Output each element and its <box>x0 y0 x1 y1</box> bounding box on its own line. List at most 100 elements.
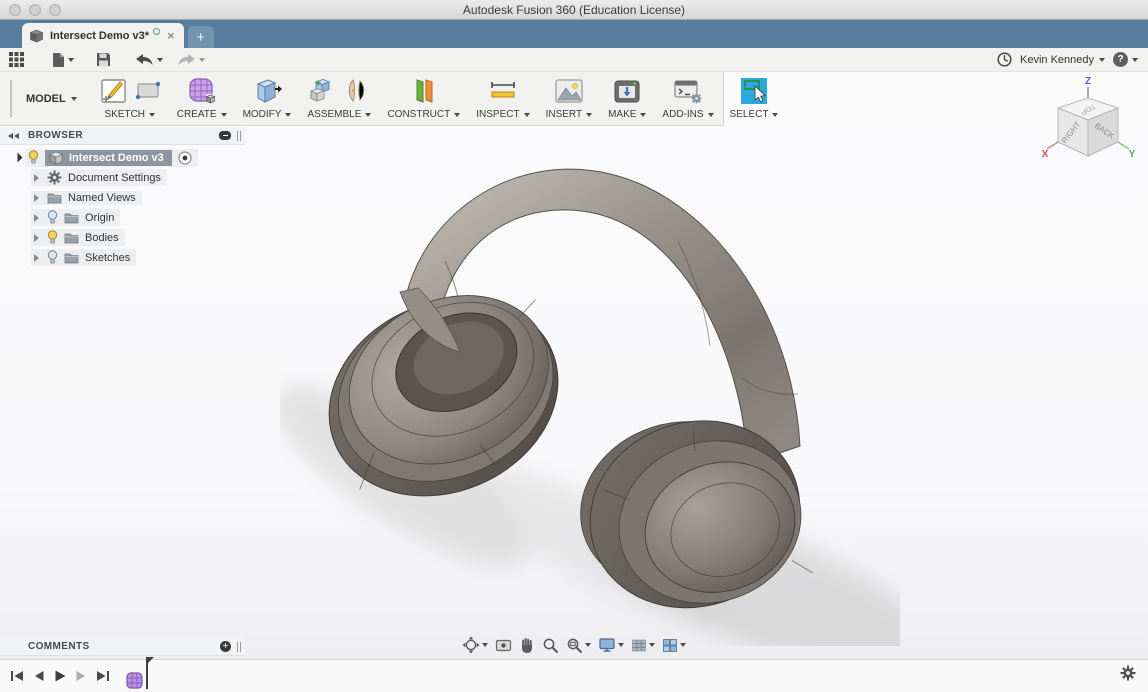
timeline-position-marker[interactable] <box>141 663 155 689</box>
grid-layout-tool[interactable] <box>631 638 655 653</box>
scripts-addins-icon[interactable] <box>672 77 704 105</box>
ribbon-toolbar: MODEL <box>0 72 724 126</box>
step-forward-button[interactable] <box>75 670 87 682</box>
tree-row-document-settings[interactable]: Document Settings <box>0 168 260 187</box>
viewcube[interactable]: Z TOP RIGHT BACK X Y <box>1038 74 1138 179</box>
help-icon: ? <box>1113 52 1128 67</box>
job-status-clock-icon[interactable] <box>997 52 1012 67</box>
visibility-bulb-on-icon[interactable] <box>47 230 58 245</box>
step-back-button[interactable] <box>33 670 45 682</box>
addins-menu[interactable]: ADD-INS <box>662 109 713 122</box>
visibility-bulb-off-icon[interactable] <box>47 250 58 265</box>
press-pull-icon[interactable] <box>251 76 283 106</box>
comments-header[interactable]: COMMENTS + <box>0 638 245 656</box>
timeline-feature-form[interactable] <box>126 663 155 689</box>
file-menu-caret-icon[interactable] <box>68 58 74 62</box>
browser-header[interactable]: BROWSER <box>0 127 245 145</box>
collapsed-arrow-icon[interactable] <box>34 194 39 202</box>
select-tool-icon[interactable] <box>740 77 768 105</box>
browser-resize-grip[interactable] <box>237 131 241 141</box>
create-form-icon[interactable] <box>186 76 218 106</box>
root-component[interactable]: Intersect Demo v3 <box>45 150 172 166</box>
construct-menu[interactable]: CONSTRUCT <box>387 109 460 122</box>
comments-resize-grip[interactable] <box>237 642 241 652</box>
construct-plane-icon[interactable] <box>409 76 439 106</box>
pan-tool[interactable] <box>519 637 535 654</box>
make-menu[interactable]: MAKE <box>608 109 646 122</box>
collapsed-arrow-icon[interactable] <box>34 254 39 262</box>
visibility-bulb-off-icon[interactable] <box>47 210 58 225</box>
measure-icon[interactable] <box>487 77 519 105</box>
activate-component-radio-icon[interactable] <box>178 151 192 165</box>
zoom-window-caret-icon[interactable] <box>585 643 591 647</box>
new-component-icon[interactable] <box>307 76 337 106</box>
account-menu[interactable]: Kevin Kennedy <box>1020 54 1105 66</box>
display-settings-tool[interactable] <box>598 637 624 653</box>
display-settings-caret-icon[interactable] <box>618 643 624 647</box>
file-menu-icon[interactable] <box>51 52 65 68</box>
browser-display-toggle-icon[interactable] <box>219 131 231 140</box>
viewports-tool[interactable] <box>662 638 686 653</box>
assemble-caret-icon <box>365 113 371 117</box>
workspace-caret-icon <box>71 97 77 101</box>
look-at-tool[interactable] <box>495 638 512 653</box>
orbit-tool[interactable] <box>462 636 488 654</box>
select-menu[interactable]: SELECT <box>730 109 779 122</box>
insert-image-icon[interactable] <box>554 78 584 104</box>
grid-caret-icon[interactable] <box>649 643 655 647</box>
sketch-menu[interactable]: SKETCH <box>104 109 155 122</box>
zoom-tool[interactable] <box>542 637 559 654</box>
y-axis-line <box>1118 142 1129 149</box>
display-settings-icon <box>598 637 616 653</box>
save-button[interactable] <box>96 52 111 67</box>
timeline-playback-controls <box>10 670 110 682</box>
skip-to-start-button[interactable] <box>10 670 24 682</box>
app-grid-icon[interactable] <box>8 51 25 68</box>
redo-caret-icon[interactable] <box>199 58 205 62</box>
visibility-bulb-on-icon[interactable] <box>28 150 39 165</box>
collapsed-arrow-icon[interactable] <box>34 214 39 222</box>
headphones-3d-model[interactable] <box>280 146 900 646</box>
create-menu[interactable]: CREATE <box>177 109 227 122</box>
timeline-settings-gear-icon[interactable] <box>1120 665 1136 686</box>
ribbon-group-sketch: SKETCH <box>91 72 169 125</box>
undo-caret-icon[interactable] <box>157 58 163 62</box>
collapse-browser-icon[interactable] <box>8 133 20 139</box>
tree-row-named-views[interactable]: Named Views <box>0 188 260 207</box>
tab-intersect-demo[interactable]: Intersect Demo v3* × <box>22 23 184 48</box>
workspace-selector[interactable]: MODEL <box>16 72 91 125</box>
zoom-window-tool[interactable] <box>566 637 591 654</box>
orbit-caret-icon[interactable] <box>482 643 488 647</box>
inspect-menu[interactable]: INSPECT <box>476 109 529 122</box>
skip-to-end-button[interactable] <box>96 670 110 682</box>
undo-button[interactable] <box>135 53 154 66</box>
tree-row-bodies[interactable]: Bodies <box>0 228 260 247</box>
redo-button[interactable] <box>177 53 196 66</box>
user-name: Kevin Kennedy <box>1020 54 1094 66</box>
ribbon-group-modify: MODIFY <box>235 72 300 125</box>
joint-icon[interactable] <box>343 77 371 105</box>
workspace-label: MODEL <box>26 93 66 105</box>
add-comment-icon[interactable]: + <box>220 641 231 652</box>
new-tab-button[interactable]: + <box>188 26 214 48</box>
rectangle-tool-icon[interactable] <box>135 80 161 102</box>
insert-menu[interactable]: INSERT <box>546 109 593 122</box>
addins-caret-icon <box>708 113 714 117</box>
collapsed-arrow-icon[interactable] <box>34 174 39 182</box>
model-canvas[interactable]: MODEL <box>0 72 1148 659</box>
help-menu[interactable]: ? <box>1113 52 1138 67</box>
viewports-caret-icon[interactable] <box>680 643 686 647</box>
expand-arrow-icon[interactable] <box>13 153 23 163</box>
tree-row-root[interactable]: Intersect Demo v3 <box>0 148 260 167</box>
toolbar-grip[interactable] <box>10 80 12 117</box>
tree-row-origin[interactable]: Origin <box>0 208 260 227</box>
create-sketch-icon[interactable] <box>99 76 129 106</box>
assemble-menu[interactable]: ASSEMBLE <box>307 109 371 122</box>
modify-menu[interactable]: MODIFY <box>243 109 292 122</box>
zoom-icon <box>542 637 559 654</box>
play-button[interactable] <box>54 670 66 682</box>
collapsed-arrow-icon[interactable] <box>34 234 39 242</box>
tab-close-icon[interactable]: × <box>166 29 176 42</box>
3d-print-icon[interactable] <box>612 78 642 105</box>
tree-row-sketches[interactable]: Sketches <box>0 248 260 267</box>
